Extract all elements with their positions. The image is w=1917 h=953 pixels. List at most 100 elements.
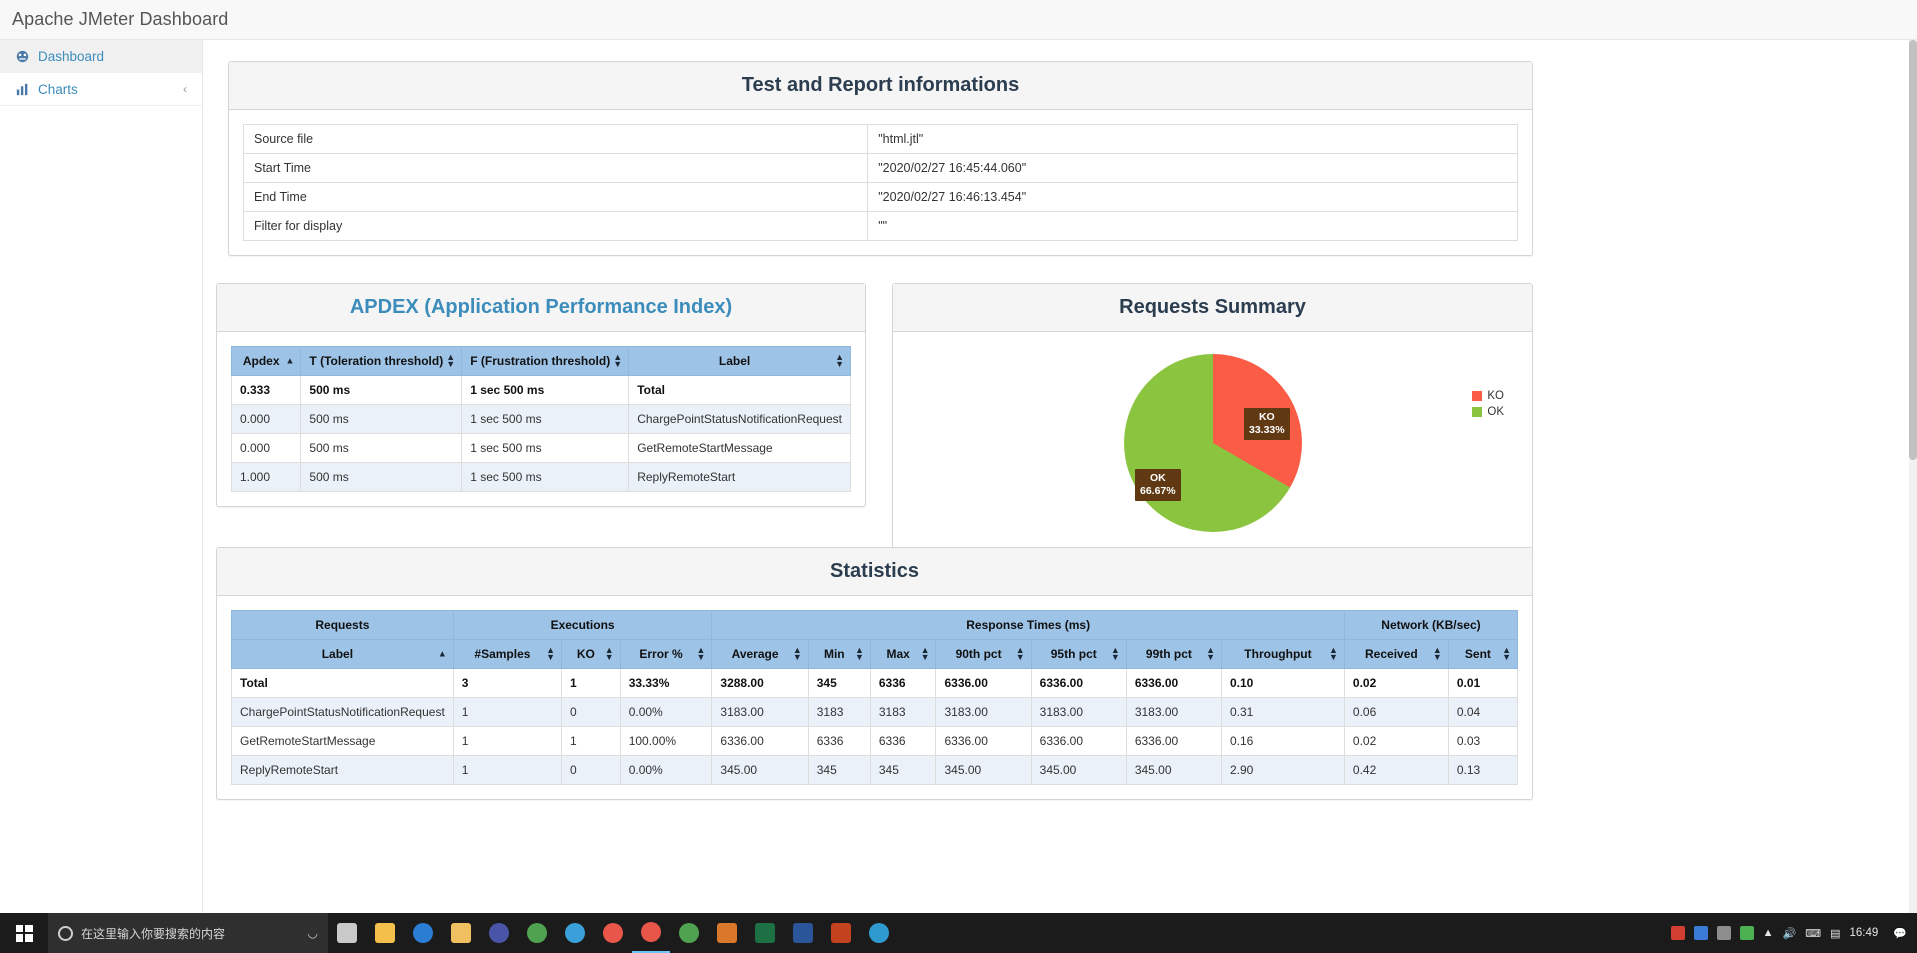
- apdex-value: 0.000: [230, 404, 302, 434]
- stats-col-sent[interactable]: Sent ▲ ▼: [1447, 639, 1519, 669]
- tray-grey-icon[interactable]: [1716, 926, 1731, 940]
- stats-p90: 6336.00: [935, 726, 1032, 756]
- stats-p90: 3183.00: [935, 697, 1032, 727]
- tray-blue-icon[interactable]: [1693, 926, 1708, 940]
- task-view-icon[interactable]: [328, 913, 366, 953]
- stats-label: Total: [231, 668, 454, 698]
- tray-input-icon[interactable]: ⌨: [1805, 927, 1821, 940]
- apdex-f: 1 sec 500 ms: [461, 433, 630, 463]
- apdex-f: 1 sec 500 ms: [461, 404, 630, 434]
- file-explorer-icon[interactable]: [366, 913, 404, 953]
- tray-green-icon[interactable]: [1739, 926, 1754, 940]
- table-row: ReplyRemoteStart 1 0 0.00% 345.00 345 34…: [231, 755, 1519, 785]
- search-circle-icon: [58, 925, 73, 941]
- sidebar-item-charts[interactable]: Charts ‹: [0, 73, 202, 106]
- apdex-col-apdex-label: Apdex: [242, 354, 280, 368]
- page-scrollbar[interactable]: [1909, 40, 1917, 953]
- stats-col-label[interactable]: Label ▲: [231, 639, 454, 669]
- stats-col-p99[interactable]: 99th pct ▲ ▼: [1125, 639, 1223, 669]
- stats-col-error-text: Error %: [639, 647, 683, 661]
- stats-label: ChargePointStatusNotificationRequest: [231, 697, 454, 727]
- stats-col-max[interactable]: Max ▲ ▼: [869, 639, 937, 669]
- tray-volume-icon[interactable]: 🔊: [1783, 927, 1797, 940]
- pie-chart[interactable]: [1123, 354, 1302, 532]
- stats-col-received-text: Received: [1365, 647, 1418, 661]
- stats-col-samples-text: #Samples: [474, 647, 531, 661]
- stats-col-min-text: Min: [823, 647, 845, 661]
- windows-start-icon[interactable]: [0, 913, 48, 953]
- notification-center-icon[interactable]: 💬: [1893, 927, 1907, 940]
- sidebar-item-label: Dashboard: [38, 48, 105, 64]
- stats-col-received[interactable]: Received ▲ ▼: [1343, 639, 1449, 669]
- bar-chart-icon: [15, 83, 30, 96]
- excel-icon[interactable]: [746, 913, 784, 953]
- table-row: Start Time "2020/02/27 16:45:44.060": [242, 153, 1518, 183]
- yy-icon[interactable]: [860, 913, 898, 953]
- stats-col-throughput[interactable]: Throughput ▲ ▼: [1221, 639, 1345, 669]
- stats-col-max-text: Max: [886, 647, 910, 661]
- legend-item-ko[interactable]: KO: [1472, 390, 1504, 402]
- jmeter-icon[interactable]: [708, 913, 746, 953]
- tray-network-icon[interactable]: ▲: [1763, 927, 1774, 939]
- chrome2-icon[interactable]: [594, 913, 632, 953]
- chrome4-icon[interactable]: [670, 913, 708, 953]
- chevron-left-icon[interactable]: ‹: [183, 82, 187, 96]
- sidebar-item-dashboard[interactable]: Dashboard: [0, 40, 202, 73]
- apdex-col-frustration[interactable]: F (Frustration threshold) ▲ ▼: [461, 346, 630, 376]
- legend-item-ok[interactable]: OK: [1472, 406, 1504, 418]
- requests-summary-body: KO 33.33% OK 66.67% KO OK: [893, 332, 1532, 560]
- stats-p99: 3183.00: [1125, 697, 1223, 727]
- edge-icon[interactable]: [404, 913, 442, 953]
- ie-icon[interactable]: [556, 913, 594, 953]
- stats-max: 6336: [869, 726, 937, 756]
- sort-both-icon: ▲ ▼: [546, 645, 556, 662]
- sort-asc-icon: ▲: [285, 355, 295, 366]
- stats-error: 0.00%: [619, 755, 713, 785]
- apdex-f: 1 sec 500 ms: [461, 462, 630, 492]
- word-icon[interactable]: [784, 913, 822, 953]
- statistics-panel: Statistics Requests Executions Response …: [216, 547, 1533, 800]
- table-row: End Time "2020/02/27 16:46:13.454": [242, 182, 1518, 212]
- tray-red-icon[interactable]: [1670, 926, 1685, 940]
- stats-group-executions: Executions: [452, 610, 713, 640]
- apdex-col-label[interactable]: Label ▲ ▼: [628, 346, 851, 376]
- apdex-col-apdex[interactable]: Apdex ▲: [230, 346, 302, 376]
- chrome3-icon[interactable]: [632, 913, 670, 953]
- stats-col-p95-text: 95th pct: [1050, 647, 1097, 661]
- cortana-icon[interactable]: ◡: [308, 926, 318, 940]
- apdex-label: GetRemoteStartMessage: [628, 433, 851, 463]
- taskbar-search-input[interactable]: 在这里输入你要搜索的内容 ◡: [48, 913, 328, 953]
- chrome-icon[interactable]: [518, 913, 556, 953]
- apdex-value: 0.000: [230, 433, 302, 463]
- stats-group-response-times: Response Times (ms): [711, 610, 1345, 640]
- stats-col-min[interactable]: Min ▲ ▼: [807, 639, 871, 669]
- stats-samples: 1: [452, 697, 563, 727]
- stats-col-error[interactable]: Error % ▲ ▼: [619, 639, 713, 669]
- stats-ko: 0: [561, 697, 621, 727]
- stats-col-average-text: Average: [731, 647, 779, 661]
- stats-received: 0.06: [1343, 697, 1449, 727]
- stats-max: 345: [869, 755, 937, 785]
- info-panel-body: Source file "html.jtl" Start Time "2020/…: [229, 110, 1532, 255]
- stats-col-ko[interactable]: KO ▲ ▼: [561, 639, 621, 669]
- folder-icon[interactable]: [442, 913, 480, 953]
- statistics-panel-title: Statistics: [830, 560, 919, 582]
- stats-col-p95[interactable]: 95th pct ▲ ▼: [1030, 639, 1127, 669]
- stats-p95: 345.00: [1030, 755, 1127, 785]
- stats-col-p90[interactable]: 90th pct ▲ ▼: [935, 639, 1032, 669]
- tray-battery-icon[interactable]: ▤: [1830, 927, 1840, 940]
- stats-col-average[interactable]: Average ▲ ▼: [711, 639, 809, 669]
- windows-taskbar: 在这里输入你要搜索的内容 ◡ ▲ 🔊 ⌨ ▤ 16:49 💬: [0, 913, 1917, 953]
- stats-p95: 6336.00: [1030, 668, 1127, 698]
- stats-min: 3183: [807, 697, 871, 727]
- taskbar-clock[interactable]: 16:49: [1850, 927, 1885, 940]
- pie-slice-ko-value: 33.33%: [1249, 424, 1285, 436]
- apdex-col-toleration[interactable]: T (Toleration threshold) ▲ ▼: [300, 346, 463, 376]
- stats-p99: 6336.00: [1125, 726, 1223, 756]
- requests-summary-header: Requests Summary: [893, 284, 1532, 332]
- stats-average: 3288.00: [711, 668, 809, 698]
- stats-col-samples[interactable]: #Samples ▲ ▼: [452, 639, 563, 669]
- page-scrollbar-thumb[interactable]: [1909, 40, 1917, 460]
- ppt-icon[interactable]: [822, 913, 860, 953]
- teams-icon[interactable]: [480, 913, 518, 953]
